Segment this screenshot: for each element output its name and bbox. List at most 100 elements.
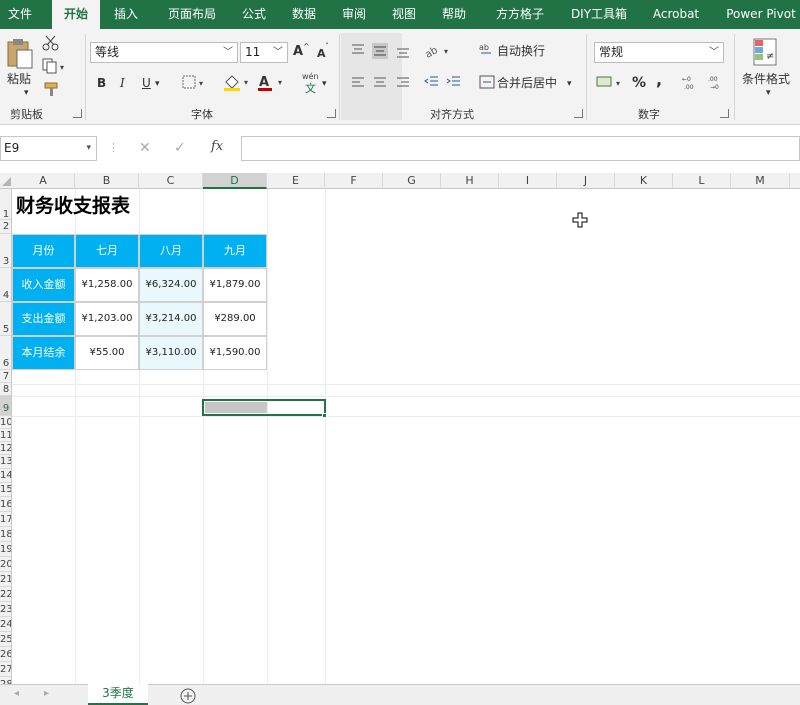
scroll-right-icon[interactable]: ▸ xyxy=(44,688,49,699)
row-header[interactable]: 3 xyxy=(0,234,11,268)
tab-diy-tools[interactable]: DIY工具箱 xyxy=(566,0,632,29)
wrap-text-button[interactable]: 自动换行 xyxy=(497,42,545,60)
number-format-select[interactable]: 常规 ﹀ xyxy=(594,42,724,63)
column-header[interactable]: H xyxy=(441,173,499,189)
table-header-cell[interactable]: 八月 xyxy=(139,234,203,268)
bold-button[interactable]: B xyxy=(97,74,106,92)
column-header[interactable]: L xyxy=(673,173,731,189)
select-all-icon[interactable] xyxy=(2,177,11,186)
clipboard-launcher-icon[interactable] xyxy=(73,109,82,118)
tab-help[interactable]: 帮助 xyxy=(434,0,474,29)
tab-home[interactable]: 开始 xyxy=(52,0,100,29)
tab-acrobat[interactable]: Acrobat xyxy=(646,0,706,29)
table-cell[interactable]: ¥3,110.00 xyxy=(139,336,203,370)
row-header[interactable]: 16 xyxy=(0,497,11,512)
row-header[interactable]: 10 xyxy=(0,416,11,429)
tab-data[interactable]: 数据 xyxy=(284,0,324,29)
align-center-icon[interactable] xyxy=(372,76,388,90)
column-header[interactable]: I xyxy=(499,173,557,189)
merge-center-icon[interactable] xyxy=(479,75,495,89)
row-header[interactable]: 11 xyxy=(0,429,11,442)
insert-function-button[interactable]: fx xyxy=(211,139,223,154)
tab-view[interactable]: 视图 xyxy=(384,0,424,29)
row-header[interactable]: 2 xyxy=(0,220,11,234)
column-header[interactable]: F xyxy=(325,173,383,189)
column-header[interactable]: C xyxy=(139,173,203,189)
table-cell[interactable]: ¥1,258.00 xyxy=(75,268,139,302)
format-painter-icon[interactable] xyxy=(42,81,60,97)
font-name-select[interactable]: 等线 ﹀ xyxy=(90,42,238,63)
conditional-formatting-icon[interactable]: ≠ xyxy=(752,37,780,69)
chevron-down-icon[interactable]: ▾ xyxy=(24,84,29,102)
tab-fangfang[interactable]: 方方格子 xyxy=(484,0,556,29)
table-cell[interactable]: ¥1,203.00 xyxy=(75,302,139,336)
underline-button[interactable]: U xyxy=(142,74,151,92)
fill-color-icon[interactable]: ▾ xyxy=(222,73,252,91)
chevron-down-icon[interactable]: ▾ xyxy=(322,75,327,93)
align-top-icon[interactable] xyxy=(350,43,366,57)
row-header[interactable]: 15 xyxy=(0,483,11,497)
name-box[interactable]: E9 ▾ xyxy=(0,136,97,161)
row-header[interactable]: 20 xyxy=(0,557,11,572)
tab-review[interactable]: 审阅 xyxy=(334,0,374,29)
merge-center-button[interactable]: 合并后居中 xyxy=(497,74,557,92)
row-header[interactable]: 26 xyxy=(0,647,11,662)
row-header[interactable]: 5 xyxy=(0,302,11,336)
row-header[interactable]: 6 xyxy=(0,336,11,370)
italic-button[interactable]: I xyxy=(120,74,125,92)
scroll-left-icon[interactable]: ◂ xyxy=(14,688,19,699)
row-header[interactable]: 22 xyxy=(0,587,11,602)
column-header[interactable]: J xyxy=(557,173,615,189)
font-launcher-icon[interactable] xyxy=(327,109,336,118)
border-icon[interactable]: ▾ xyxy=(182,75,208,89)
row-header[interactable]: 14 xyxy=(0,469,11,483)
cut-icon[interactable] xyxy=(42,35,60,51)
fill-handle[interactable] xyxy=(322,413,327,418)
table-cell[interactable]: ¥1,879.00 xyxy=(203,268,267,302)
increase-decimal-icon[interactable]: ←0.00 xyxy=(682,74,702,90)
add-sheet-icon[interactable] xyxy=(180,688,196,704)
enter-icon[interactable]: ✓ xyxy=(174,140,186,156)
row-header[interactable]: 27 xyxy=(0,662,11,677)
table-header-cell[interactable]: 七月 xyxy=(75,234,139,268)
percent-button[interactable]: % xyxy=(632,74,646,92)
font-color-icon[interactable]: A ▾ xyxy=(256,73,286,91)
row-header[interactable]: 21 xyxy=(0,572,11,587)
chevron-down-icon[interactable]: ▾ xyxy=(155,75,160,93)
row-header[interactable]: 23 xyxy=(0,602,11,617)
column-header[interactable]: B xyxy=(75,173,139,189)
align-middle-icon[interactable] xyxy=(372,43,388,59)
column-header[interactable]: K xyxy=(615,173,673,189)
tab-file[interactable]: 文件 xyxy=(0,0,40,29)
number-launcher-icon[interactable] xyxy=(720,109,729,118)
table-header-cell[interactable]: 月份 xyxy=(12,234,75,268)
orientation-icon[interactable]: ab ▾ xyxy=(424,42,452,58)
row-header[interactable]: 28 xyxy=(0,677,11,684)
table-cell[interactable]: ¥289.00 xyxy=(203,302,267,336)
row-header[interactable]: 13 xyxy=(0,455,11,469)
row-header[interactable]: 17 xyxy=(0,512,11,527)
table-header-cell[interactable]: 九月 xyxy=(203,234,267,268)
table-cell[interactable]: ¥55.00 xyxy=(75,336,139,370)
increase-indent-icon[interactable] xyxy=(446,75,462,89)
row-header[interactable]: 12 xyxy=(0,442,11,455)
align-left-icon[interactable] xyxy=(350,76,366,90)
tab-power-pivot[interactable]: Power Pivot xyxy=(722,0,800,29)
row-header[interactable]: 1 xyxy=(0,189,11,220)
sheet-tab-active[interactable]: 3季度 xyxy=(88,684,148,705)
alignment-launcher-icon[interactable] xyxy=(574,109,583,118)
wrap-text-icon[interactable]: ab xyxy=(479,41,495,57)
sheet-title[interactable]: 财务收支报表 xyxy=(16,191,130,218)
row-header[interactable]: 19 xyxy=(0,542,11,557)
row-header[interactable]: 25 xyxy=(0,632,11,647)
currency-icon[interactable]: ▾ xyxy=(596,74,626,90)
table-row-label[interactable]: 收入金额 xyxy=(12,268,75,302)
table-row-label[interactable]: 支出金额 xyxy=(12,302,75,336)
decrease-indent-icon[interactable] xyxy=(424,75,440,89)
grow-font-button[interactable]: A xyxy=(293,43,303,61)
chevron-down-icon[interactable]: ▾ xyxy=(766,84,771,102)
table-cell[interactable]: ¥3,214.00 xyxy=(139,302,203,336)
row-header[interactable]: 24 xyxy=(0,617,11,632)
column-header[interactable]: M xyxy=(731,173,790,189)
row-header-selected[interactable]: 9 xyxy=(0,396,11,416)
